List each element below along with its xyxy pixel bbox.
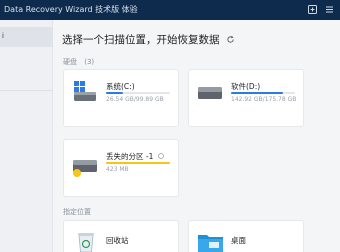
location-card-desktop[interactable]: 桌面 [188, 220, 304, 252]
drive-size: 142.92 GB/175.78 GB [231, 96, 297, 103]
main-panel: 选择一个扫描位置，开始恢复数据 硬盘 (3) 系统(C:) 26.54 GB/9… [53, 20, 340, 252]
sidebar-item-scan-location[interactable]: i [0, 27, 53, 47]
drive-name: 丢失的分区 -1 [106, 151, 164, 162]
windows-drive-icon [74, 81, 96, 101]
drive-size: 423 MB [106, 166, 129, 173]
sidebar: i [0, 20, 53, 252]
location-name: 桌面 [231, 236, 246, 245]
page-title-text: 选择一个扫描位置，开始恢复数据 [62, 34, 220, 46]
app-title: Data Recovery Wizard 技术版 体验 [4, 5, 138, 14]
recycle-bin-icon [78, 233, 94, 252]
drive-usage-bar [231, 92, 295, 94]
drive-card-d[interactable]: 软件(D:) 142.92 GB/175.78 GB [188, 69, 304, 127]
sidebar-divider [0, 90, 53, 91]
sidebar-item-label: i [2, 32, 4, 40]
drive-card-c[interactable]: 系统(C:) 26.54 GB/99.89 GB [63, 69, 179, 127]
drives-count: (3) [84, 58, 95, 66]
title-bar: Data Recovery Wizard 技术版 体验 [0, 0, 340, 20]
drive-name: 软件(D:) [231, 82, 261, 91]
drive-usage-fill [106, 162, 170, 164]
desktop-folder-icon [198, 235, 223, 252]
drive-usage-fill [231, 92, 283, 94]
menu-icon[interactable] [324, 4, 335, 15]
page-title: 选择一个扫描位置，开始恢复数据 [62, 32, 235, 47]
lost-partition-drive-icon [73, 160, 97, 177]
drive-name: 系统(C:) [106, 82, 135, 91]
drive-usage-fill [106, 92, 124, 94]
drive-size: 26.54 GB/99.89 GB [106, 96, 164, 103]
refresh-icon[interactable] [226, 35, 235, 44]
info-icon[interactable] [157, 153, 164, 159]
locations-section-label: 指定位置 [63, 208, 91, 216]
drives-label: 硬盘 [63, 58, 77, 66]
sidebar-item-2[interactable] [0, 50, 53, 70]
drive-usage-bar [106, 92, 170, 94]
drive-usage-bar [106, 162, 170, 164]
location-name: 回收站 [106, 236, 129, 245]
drive-icon [198, 87, 222, 99]
help-icon[interactable] [307, 4, 318, 15]
drive-card-lost-partition[interactable]: 丢失的分区 -1 423 MB [63, 139, 179, 197]
drives-section-label: 硬盘 (3) [63, 57, 94, 67]
location-card-recycle-bin[interactable]: 回收站 [63, 220, 179, 252]
drive-name-text: 丢失的分区 -1 [106, 152, 154, 161]
